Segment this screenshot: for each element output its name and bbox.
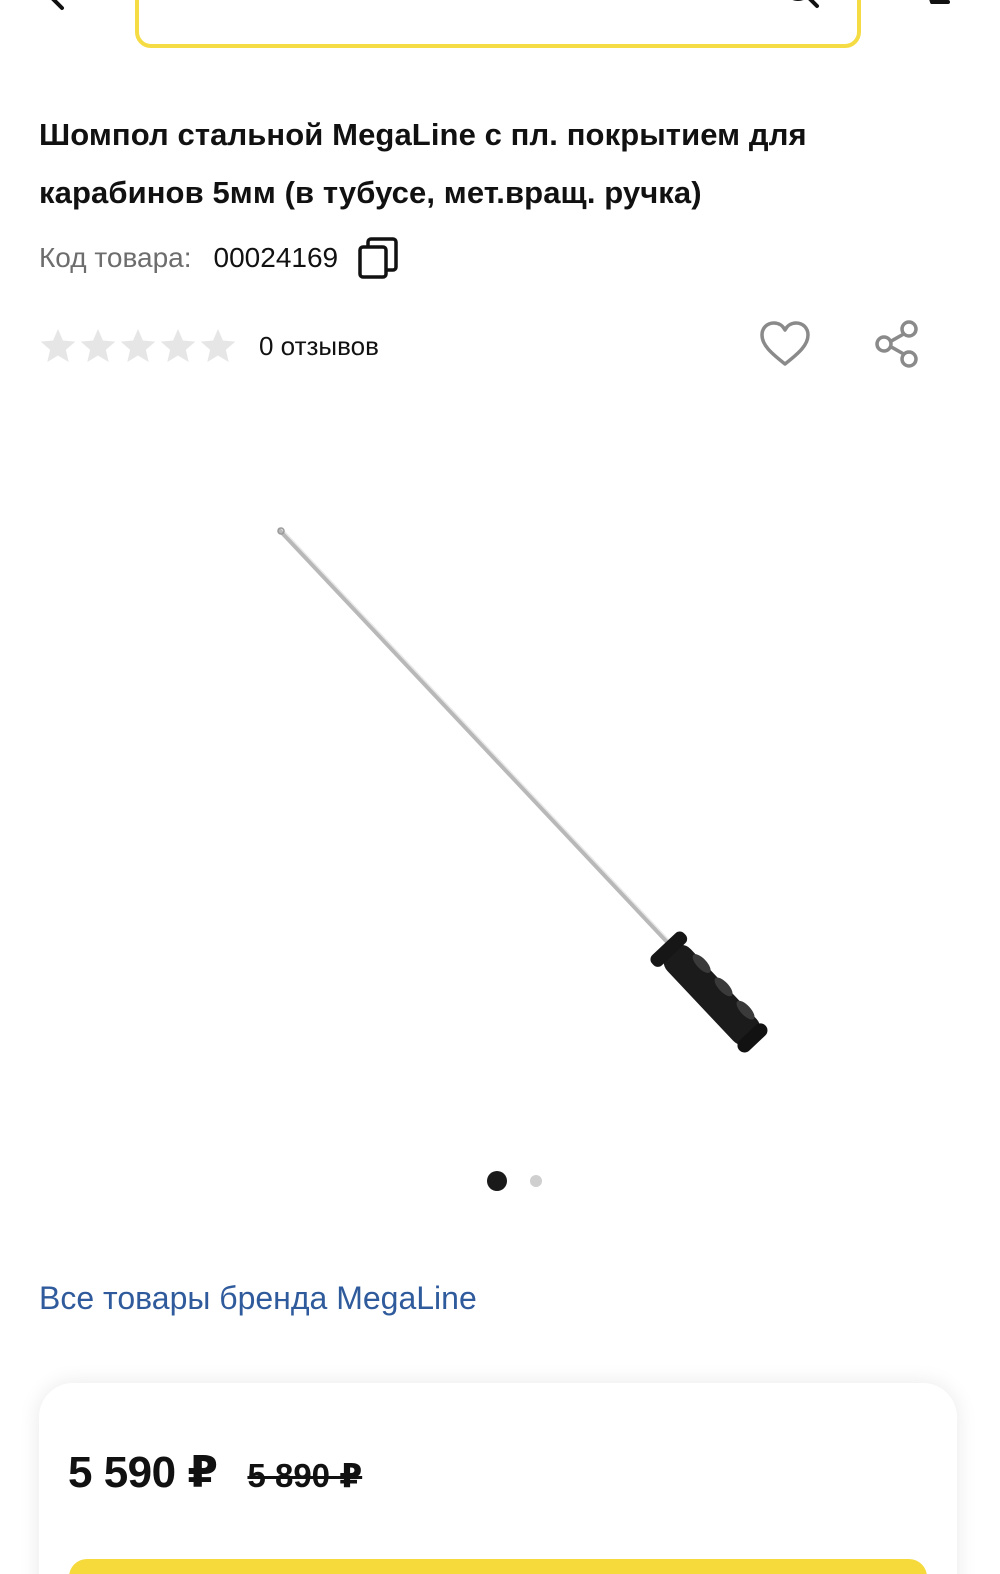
share-icon [875, 320, 918, 368]
star-icon [200, 329, 236, 362]
star-icon [160, 329, 196, 362]
rating-stars[interactable] [39, 327, 237, 365]
star-icon [40, 329, 76, 362]
header-action-button[interactable] [912, 0, 956, 10]
heart-icon [760, 321, 810, 366]
old-price: 5 890 ₽ [247, 1457, 363, 1494]
product-code-row: Код товара: 00024169 [39, 236, 400, 280]
product-title: Шомпол стальной MegaLine с пл. покрытием… [39, 117, 807, 210]
product-code-label: Код товара: [39, 242, 192, 273]
back-button[interactable] [36, 0, 76, 18]
copy-code-button[interactable] [356, 236, 400, 280]
search-icon [792, 0, 819, 8]
gallery-pagination [0, 1168, 1000, 1192]
product-image [277, 527, 768, 1053]
share-button[interactable] [872, 318, 924, 370]
search-button[interactable] [780, 0, 824, 12]
product-gallery[interactable] [0, 400, 1000, 1160]
favorite-button[interactable] [757, 318, 813, 370]
add-to-cart-button[interactable] [69, 1559, 927, 1574]
rating-row: 0 отзывов [39, 320, 379, 372]
star-icon [80, 329, 116, 362]
cart-icon [929, 0, 950, 4]
product-code-value: 00024169 [213, 242, 339, 273]
price-card: 5 590 ₽ 5 890 ₽ [39, 1383, 957, 1574]
chevron-left-icon [51, 0, 64, 10]
current-price: 5 590 ₽ [68, 1448, 218, 1497]
top-bar [0, 0, 1000, 60]
gallery-dot-active[interactable] [487, 1171, 507, 1191]
price-row: 5 590 ₽ 5 890 ₽ [68, 1447, 362, 1498]
star-icon [120, 329, 156, 362]
copy-icon [358, 237, 398, 279]
reviews-count[interactable]: 0 отзывов [259, 331, 379, 362]
brand-products-link[interactable]: Все товары бренда MegaLine [39, 1280, 477, 1317]
gallery-dot[interactable] [530, 1175, 542, 1187]
search-input[interactable] [135, 0, 861, 48]
